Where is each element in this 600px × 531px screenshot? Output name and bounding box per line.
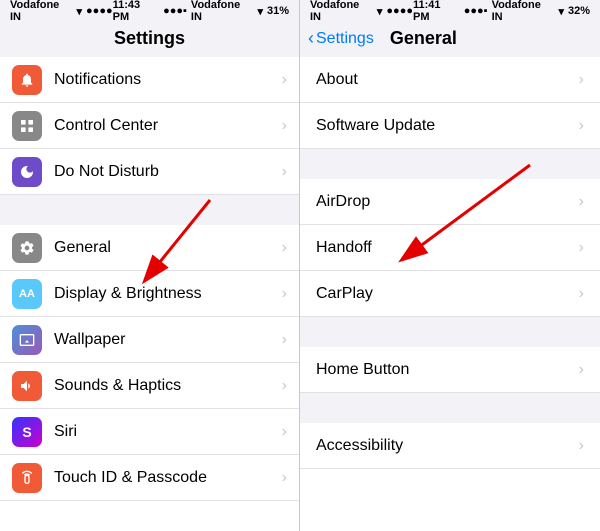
touchid-icon [12,463,42,493]
row-display[interactable]: AA Display & Brightness › [0,271,299,317]
wallpaper-label: Wallpaper [54,331,278,349]
row-software-update[interactable]: Software Update › [300,103,600,149]
wallpaper-icon [12,325,42,355]
row-accessibility[interactable]: Accessibility › [300,423,600,469]
general-icon [12,233,42,263]
right-status-left: Vodafone IN ▾ ●●●● [310,0,413,23]
settings-group-1: Notifications › Control Center › Do Not … [0,57,299,195]
right-wifi-icon: ▾ [377,5,383,18]
siri-chevron: › [282,423,287,441]
left-signal: ●●●● [86,5,113,17]
left-time: 11:43 PM [113,0,159,23]
handoff-label: Handoff [316,239,575,257]
airdrop-label: AirDrop [316,193,575,211]
touchid-label: Touch ID & Passcode [54,469,278,487]
sounds-icon [12,371,42,401]
dnd-chevron: › [282,163,287,181]
control-icon [12,111,42,141]
left-page-title: Settings [0,22,299,57]
display-icon: AA [12,279,42,309]
right-group-2: AirDrop › Handoff › CarPlay › [300,179,600,317]
left-settings-list: Notifications › Control Center › Do Not … [0,57,299,531]
row-siri[interactable]: S Siri › [0,409,299,455]
row-touchid[interactable]: Touch ID & Passcode › [0,455,299,501]
dnd-icon [12,157,42,187]
home-button-chevron: › [579,361,584,379]
right-wifi2: ▾ [558,5,564,18]
right-divider-1 [300,149,600,179]
row-wallpaper[interactable]: Wallpaper › [0,317,299,363]
touchid-chevron: › [282,469,287,487]
dnd-label: Do Not Disturb [54,163,278,181]
row-notifications[interactable]: Notifications › [0,57,299,103]
right-settings-list: About › Software Update › AirDrop › Hand… [300,57,600,531]
row-general[interactable]: General › [0,225,299,271]
right-panel: Vodafone IN ▾ ●●●● 11:41 PM ●●●▪ Vodafon… [300,0,600,531]
right-time: 11:41 PM [413,0,460,23]
sounds-label: Sounds & Haptics [54,377,278,395]
back-label: Settings [316,30,374,48]
right-group-3: Home Button › [300,347,600,393]
general-label: General [54,239,278,257]
right-status-right: 11:41 PM ●●●▪ Vodafone IN ▾ 32% [413,0,590,23]
airdrop-chevron: › [579,193,584,211]
sounds-chevron: › [282,377,287,395]
left-panel: Vodafone IN ▾ ●●●● 11:43 PM ●●●▪ Vodafon… [0,0,300,531]
right-nav-bar: ‹ Settings General [300,22,600,57]
left-status-right: 11:43 PM ●●●▪ Vodafone IN ▾ 31% [113,0,289,23]
home-button-label: Home Button [316,361,575,379]
row-carplay[interactable]: CarPlay › [300,271,600,317]
handoff-chevron: › [579,239,584,257]
notifications-label: Notifications [54,71,278,89]
left-signal2: ●●●▪ [163,5,187,17]
row-sounds[interactable]: Sounds & Haptics › [0,363,299,409]
back-chevron-icon: ‹ [308,28,314,49]
left-status-bar: Vodafone IN ▾ ●●●● 11:43 PM ●●●▪ Vodafon… [0,0,299,22]
row-handoff[interactable]: Handoff › [300,225,600,271]
software-update-chevron: › [579,117,584,135]
row-home-button[interactable]: Home Button › [300,347,600,393]
left-carrier2: Vodafone IN [191,0,254,23]
display-label: Display & Brightness [54,285,278,303]
right-page-title: General [390,28,457,49]
left-carrier: Vodafone IN [10,0,73,23]
right-divider-3 [300,393,600,423]
about-label: About [316,71,575,89]
wallpaper-chevron: › [282,331,287,349]
row-dnd[interactable]: Do Not Disturb › [0,149,299,195]
general-chevron: › [282,239,287,257]
software-update-label: Software Update [316,117,575,135]
left-status-left: Vodafone IN ▾ ●●●● [10,0,113,23]
accessibility-label: Accessibility [316,437,575,455]
left-wifi2: ▾ [257,5,263,18]
back-button[interactable]: ‹ Settings [308,28,374,49]
right-signal: ●●●● [386,5,413,17]
notifications-icon [12,65,42,95]
left-battery: 31% [267,5,289,17]
siri-label: Siri [54,423,278,441]
accessibility-chevron: › [579,437,584,455]
right-battery: 32% [568,5,590,17]
settings-group-2: General › AA Display & Brightness › Wall… [0,225,299,501]
row-airdrop[interactable]: AirDrop › [300,179,600,225]
notifications-chevron: › [282,71,287,89]
row-about[interactable]: About › [300,57,600,103]
row-control-center[interactable]: Control Center › [0,103,299,149]
control-chevron: › [282,117,287,135]
about-chevron: › [579,71,584,89]
display-chevron: › [282,285,287,303]
divider-1 [0,195,299,225]
siri-icon: S [12,417,42,447]
right-divider-2 [300,317,600,347]
right-group-4: Accessibility › [300,423,600,469]
carplay-chevron: › [579,285,584,303]
right-carrier2: Vodafone IN [492,0,555,23]
control-label: Control Center [54,117,278,135]
right-status-bar: Vodafone IN ▾ ●●●● 11:41 PM ●●●▪ Vodafon… [300,0,600,22]
right-group-1: About › Software Update › [300,57,600,149]
right-carrier: Vodafone IN [310,0,373,23]
right-signal2: ●●●▪ [464,5,488,17]
left-wifi-icon: ▾ [77,5,83,18]
carplay-label: CarPlay [316,285,575,303]
